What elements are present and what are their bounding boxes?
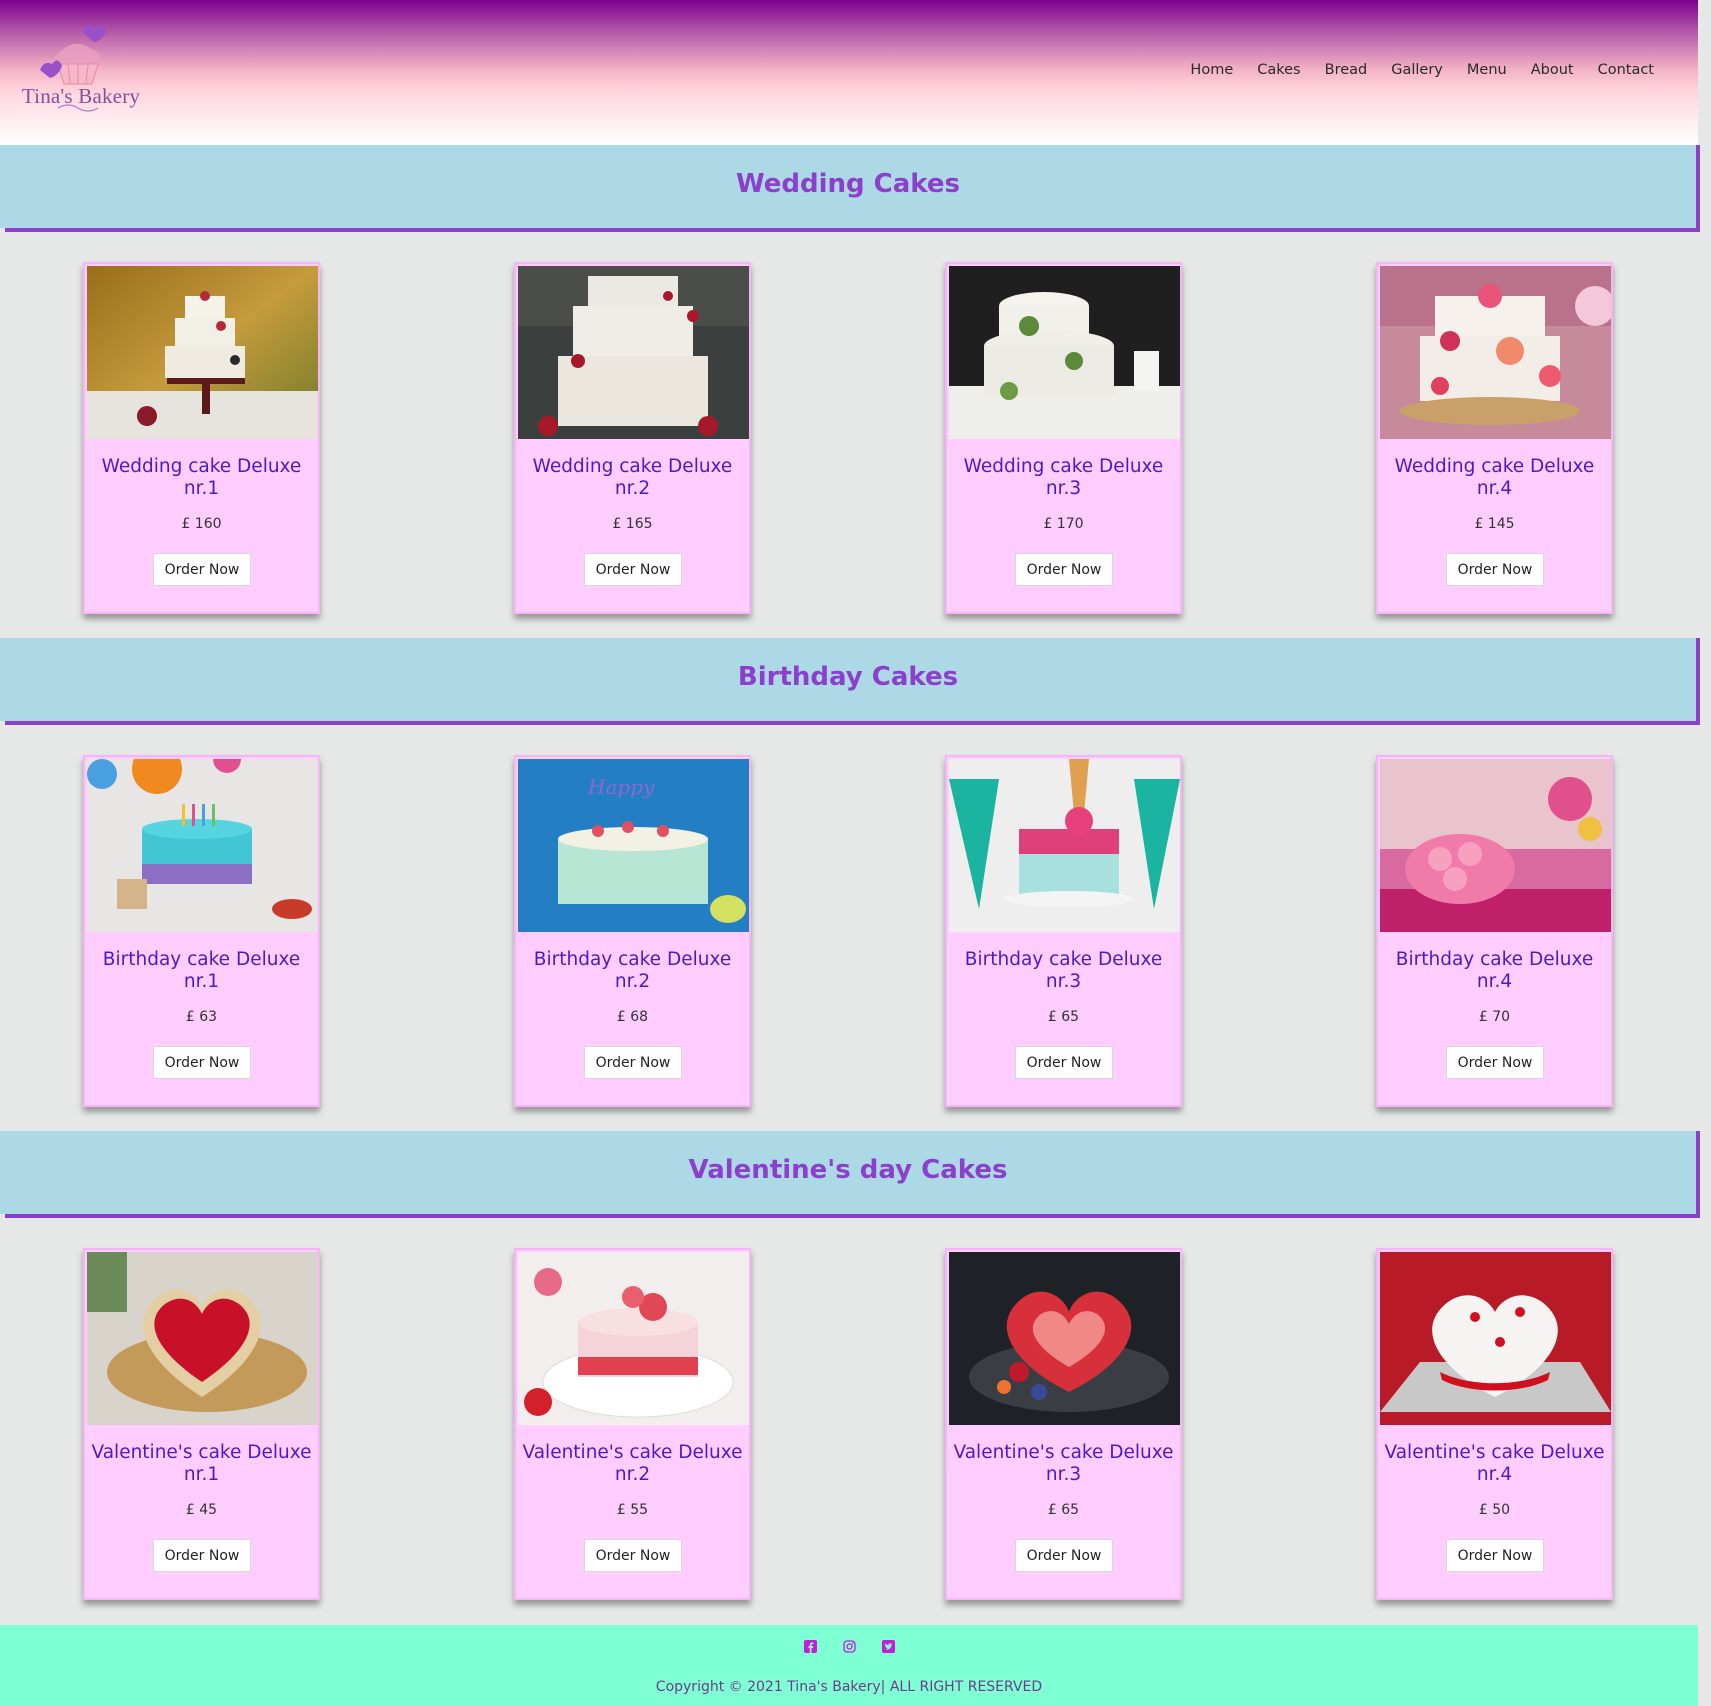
section-header-valentines: Valentine's day Cakes bbox=[0, 1131, 1700, 1218]
product-price: £ 165 bbox=[612, 516, 653, 532]
product-card: Wedding cake Deluxe nr.3 £ 170 Order Now bbox=[945, 262, 1182, 614]
cake-image bbox=[518, 266, 749, 439]
main-nav: Home Cakes Bread Gallery Menu About Cont… bbox=[1190, 62, 1654, 78]
cake-image bbox=[518, 1252, 749, 1425]
instagram-icon[interactable] bbox=[842, 1640, 856, 1653]
site-footer: Copyright © 2021 Tina's Bakery| ALL RIGH… bbox=[0, 1625, 1698, 1706]
product-name: Valentine's cake Deluxe nr.1 bbox=[91, 1442, 312, 1485]
product-name: Wedding cake Deluxe nr.1 bbox=[101, 456, 302, 499]
cake-image bbox=[87, 1252, 318, 1425]
product-card: Valentine's cake Deluxe nr.4 £ 50 Order … bbox=[1376, 1248, 1613, 1600]
order-now-button[interactable]: Order Now bbox=[153, 553, 251, 586]
product-name: Wedding cake Deluxe nr.2 bbox=[532, 456, 733, 499]
wedding-cake-photo-icon bbox=[518, 266, 749, 439]
product-card: Happy Birthday cake Deluxe nr.2 £ 68 Ord… bbox=[514, 755, 751, 1107]
section-title: Wedding Cakes bbox=[735, 169, 961, 199]
nav-cakes[interactable]: Cakes bbox=[1257, 62, 1300, 78]
product-price: £ 50 bbox=[1478, 1502, 1511, 1518]
product-name: Valentine's cake Deluxe nr.2 bbox=[522, 1442, 743, 1485]
valentines-cake-photo-icon bbox=[949, 1252, 1180, 1425]
cake-image: Happy bbox=[518, 759, 749, 932]
nav-menu[interactable]: Menu bbox=[1467, 62, 1507, 78]
nav-contact[interactable]: Contact bbox=[1598, 62, 1654, 78]
product-price: £ 65 bbox=[1047, 1009, 1080, 1025]
bakery-logo[interactable]: Tina's Bakery bbox=[18, 14, 144, 126]
order-now-button[interactable]: Order Now bbox=[153, 1539, 251, 1572]
twitter-icon[interactable] bbox=[881, 1640, 895, 1653]
birthday-cake-photo-icon bbox=[949, 759, 1180, 932]
product-name: Wedding cake Deluxe nr.3 bbox=[963, 456, 1164, 499]
order-now-button[interactable]: Order Now bbox=[1015, 553, 1113, 586]
cake-image bbox=[949, 759, 1180, 932]
section-header-wedding: Wedding Cakes bbox=[0, 145, 1700, 232]
wedding-cake-photo-icon bbox=[87, 266, 318, 439]
birthday-cake-photo-icon bbox=[1380, 759, 1611, 932]
product-price: £ 55 bbox=[616, 1502, 649, 1518]
valentines-cake-photo-icon bbox=[87, 1252, 318, 1425]
order-now-button[interactable]: Order Now bbox=[1446, 1046, 1544, 1079]
product-card: Birthday cake Deluxe nr.4 £ 70 Order Now bbox=[1376, 755, 1613, 1107]
product-name: Birthday cake Deluxe nr.3 bbox=[964, 949, 1163, 992]
product-price: £ 45 bbox=[185, 1502, 218, 1518]
product-price: £ 63 bbox=[185, 1009, 218, 1025]
product-card: Wedding cake Deluxe nr.1 £ 160 Order Now bbox=[83, 262, 320, 614]
product-name: Valentine's cake Deluxe nr.3 bbox=[953, 1442, 1174, 1485]
order-now-button[interactable]: Order Now bbox=[1446, 553, 1544, 586]
order-now-button[interactable]: Order Now bbox=[584, 1539, 682, 1572]
copyright-text: Copyright © 2021 Tina's Bakery| ALL RIGH… bbox=[655, 1679, 1043, 1695]
product-name: Wedding cake Deluxe nr.4 bbox=[1394, 456, 1595, 499]
order-now-button[interactable]: Order Now bbox=[584, 1046, 682, 1079]
cake-image bbox=[949, 1252, 1180, 1425]
order-now-button[interactable]: Order Now bbox=[1015, 1539, 1113, 1572]
product-card: Valentine's cake Deluxe nr.2 £ 55 Order … bbox=[514, 1248, 751, 1600]
product-price: £ 68 bbox=[616, 1009, 649, 1025]
cake-image bbox=[87, 759, 318, 932]
nav-home[interactable]: Home bbox=[1190, 62, 1233, 78]
birthday-cake-photo-icon bbox=[87, 759, 318, 932]
product-card: Valentine's cake Deluxe nr.1 £ 45 Order … bbox=[83, 1248, 320, 1600]
cake-image bbox=[1380, 759, 1611, 932]
product-price: £ 70 bbox=[1478, 1009, 1511, 1025]
nav-bread[interactable]: Bread bbox=[1325, 62, 1368, 78]
wedding-cake-photo-icon bbox=[949, 266, 1180, 439]
cake-image bbox=[87, 266, 318, 439]
brand-name: Tina's Bakery bbox=[21, 84, 141, 108]
valentines-cake-photo-icon bbox=[1380, 1252, 1611, 1425]
product-card: Birthday cake Deluxe nr.3 £ 65 Order Now bbox=[945, 755, 1182, 1107]
order-now-button[interactable]: Order Now bbox=[1446, 1539, 1544, 1572]
nav-about[interactable]: About bbox=[1531, 62, 1574, 78]
order-now-button[interactable]: Order Now bbox=[584, 553, 682, 586]
wedding-cake-photo-icon bbox=[1380, 266, 1611, 439]
product-card: Wedding cake Deluxe nr.2 £ 165 Order Now bbox=[514, 262, 751, 614]
section-header-birthday: Birthday Cakes bbox=[0, 638, 1700, 725]
product-name: Birthday cake Deluxe nr.4 bbox=[1395, 949, 1594, 992]
product-price: £ 65 bbox=[1047, 1502, 1080, 1518]
valentines-cake-photo-icon bbox=[518, 1252, 749, 1425]
nav-gallery[interactable]: Gallery bbox=[1391, 62, 1443, 78]
product-card: Valentine's cake Deluxe nr.3 £ 65 Order … bbox=[945, 1248, 1182, 1600]
product-name: Birthday cake Deluxe nr.2 bbox=[533, 949, 732, 992]
product-name: Valentine's cake Deluxe nr.4 bbox=[1384, 1442, 1605, 1485]
product-card: Birthday cake Deluxe nr.1 £ 63 Order Now bbox=[83, 755, 320, 1107]
cake-image bbox=[1380, 1252, 1611, 1425]
product-card: Wedding cake Deluxe nr.4 £ 145 Order Now bbox=[1376, 262, 1613, 614]
cake-image bbox=[949, 266, 1180, 439]
section-title: Valentine's day Cakes bbox=[688, 1155, 1008, 1185]
section-title: Birthday Cakes bbox=[737, 662, 959, 692]
order-now-button[interactable]: Order Now bbox=[153, 1046, 251, 1079]
cupcake-logo-icon bbox=[40, 24, 106, 112]
product-price: £ 145 bbox=[1474, 516, 1515, 532]
product-name: Birthday cake Deluxe nr.1 bbox=[102, 949, 301, 992]
product-price: £ 170 bbox=[1043, 516, 1084, 532]
birthday-cake-photo-icon: Happy bbox=[518, 759, 749, 932]
svg-text:Happy: Happy bbox=[587, 775, 655, 799]
facebook-icon[interactable] bbox=[803, 1640, 817, 1653]
social-links bbox=[0, 1640, 1698, 1653]
cake-image bbox=[1380, 266, 1611, 439]
site-header: Tina's Bakery Home Cakes Bread Gallery M… bbox=[0, 0, 1698, 145]
product-price: £ 160 bbox=[181, 516, 222, 532]
order-now-button[interactable]: Order Now bbox=[1015, 1046, 1113, 1079]
